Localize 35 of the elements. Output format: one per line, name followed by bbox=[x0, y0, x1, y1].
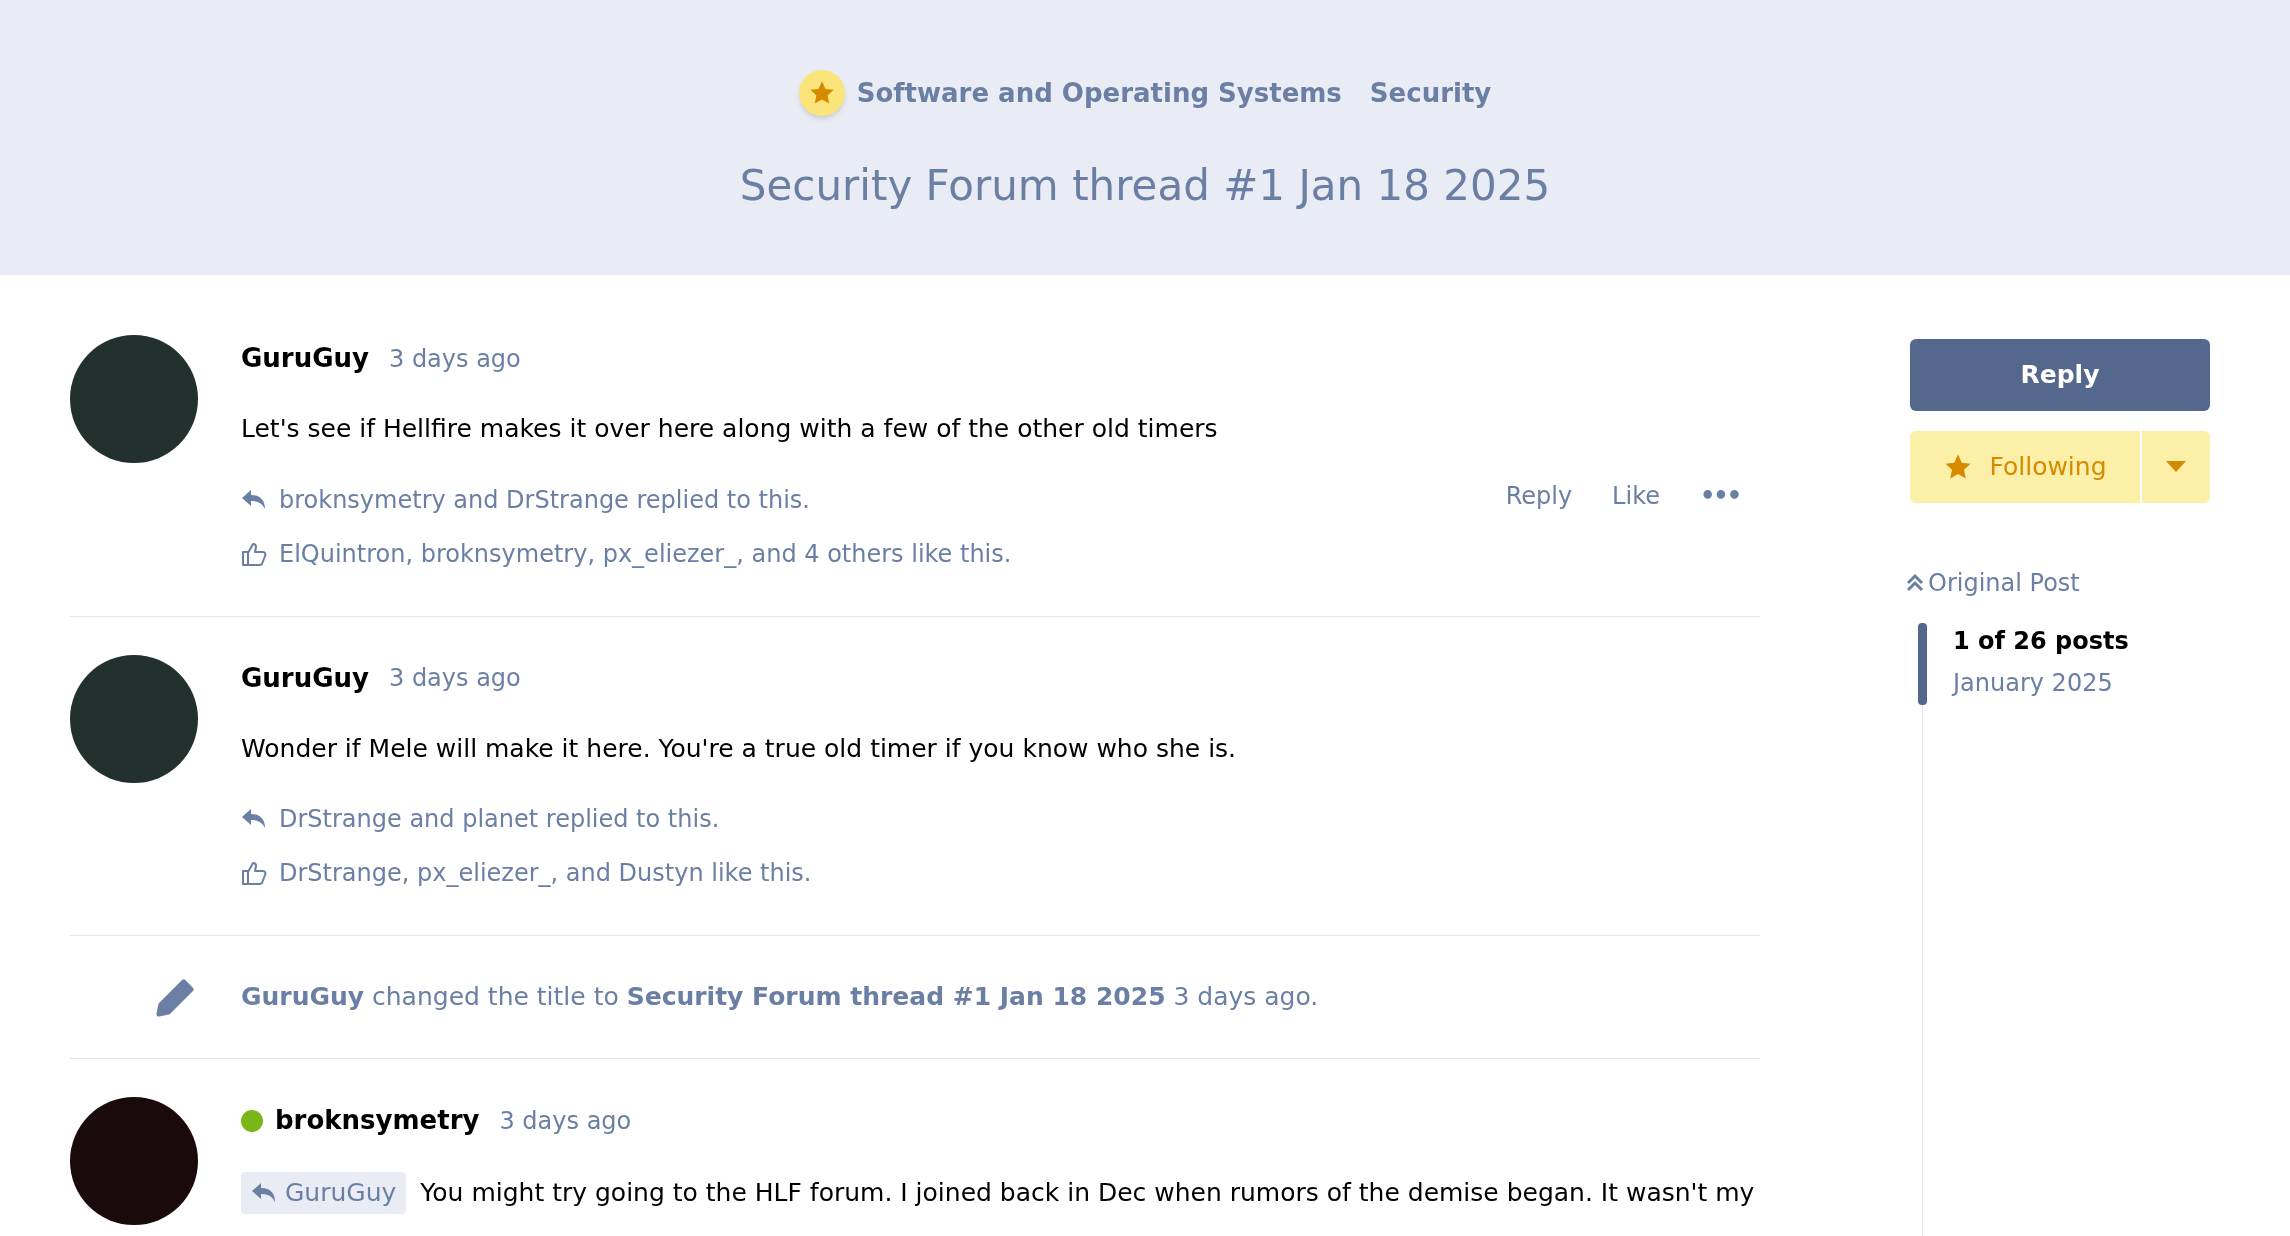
likes-summary[interactable]: DrStrange, px_eliezer_, and Dustyn like this. bbox=[279, 855, 812, 891]
like-action[interactable]: Like bbox=[1612, 477, 1660, 514]
post-body: Let's see if Hellfire makes it over here along with a few of the other old timers bbox=[241, 413, 1218, 445]
post-date: January 2025 bbox=[1953, 668, 2114, 699]
caret-down-icon bbox=[2166, 461, 2186, 473]
post-time: 3 days ago bbox=[389, 663, 521, 694]
thumbs-up-icon bbox=[241, 860, 267, 886]
reply-arrow-icon bbox=[251, 1181, 277, 1204]
reply-arrow-icon bbox=[241, 488, 267, 511]
original-post-label: Original Post bbox=[1928, 568, 2080, 599]
more-options-button[interactable]: ••• bbox=[1699, 477, 1740, 514]
post-time: 3 days ago bbox=[389, 343, 521, 375]
replies-summary[interactable]: DrStrange and planet replied to this. bbox=[279, 801, 720, 837]
double-chevron-up-icon bbox=[1906, 573, 1924, 593]
follow-button[interactable]: Following bbox=[1910, 431, 2140, 503]
scrubber-handle[interactable] bbox=[1918, 623, 1927, 705]
reply-to-chip[interactable]: GuruGuy bbox=[241, 1172, 407, 1214]
event-message: GuruGuy changed the title to Security Forum thread #1 Jan 18 2025 3 days ago. bbox=[241, 981, 1319, 1014]
reply-button[interactable]: Reply bbox=[1910, 339, 2210, 411]
author-name[interactable]: GuruGuy bbox=[241, 658, 369, 698]
post-body: Wonder if Mele will make it here. You're a true old timer if you know who she is. bbox=[241, 732, 1237, 765]
thread-title: Security Forum thread #1 Jan 18 2025 bbox=[739, 160, 1551, 212]
thumbs-up-icon bbox=[241, 540, 267, 567]
subcategory-link[interactable]: Security bbox=[1369, 73, 1492, 113]
category-link[interactable]: Software and Operating Systems bbox=[856, 73, 1342, 113]
replies-summary[interactable]: broknsymetry and DrStrange replied to this. bbox=[279, 481, 810, 518]
reply-arrow-icon bbox=[241, 808, 267, 830]
post-body: You might try going to the HLF forum. I joined back in Dec when rumors of the demise began. It wasn't my bbox=[420, 1177, 1755, 1209]
likes-summary[interactable]: ElQuintron, broknsymetry, px_eliezer_, and 4 others like this. bbox=[279, 535, 1012, 572]
author-name[interactable]: GuruGuy bbox=[241, 339, 369, 378]
author-name[interactable]: broknsymetry bbox=[275, 1101, 480, 1140]
original-post-link[interactable]: Original Post bbox=[1906, 565, 2210, 601]
reply-action[interactable]: Reply bbox=[1505, 477, 1573, 514]
post-time: 3 days ago bbox=[499, 1105, 632, 1137]
post-position: 1 of 26 posts bbox=[1953, 626, 2129, 657]
